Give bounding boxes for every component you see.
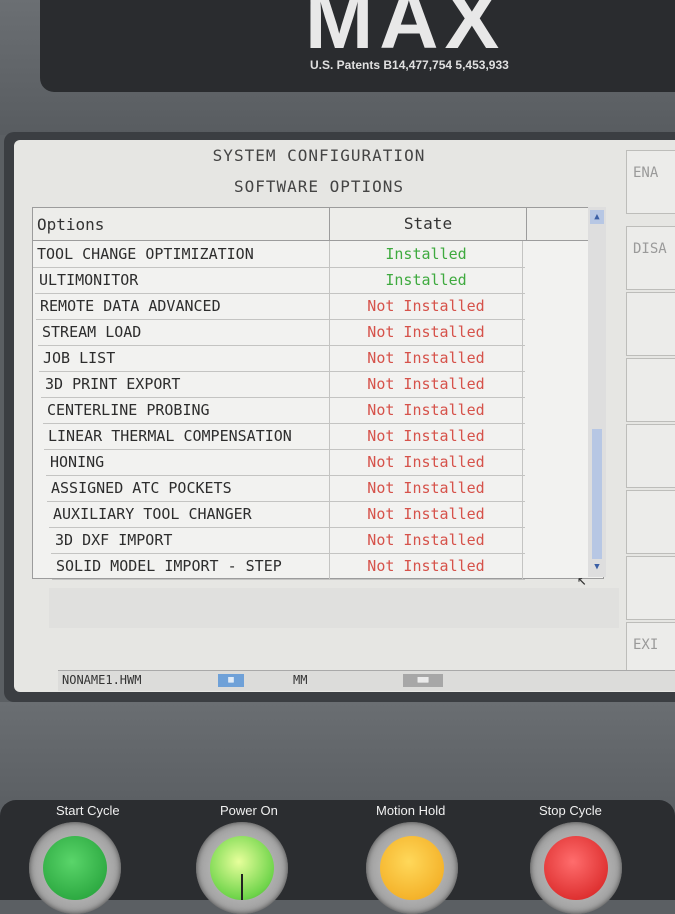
option-name: ULTIMONITOR [39,271,139,289]
option-state: Not Installed [329,423,523,449]
table-row[interactable]: TOOL CHANGE OPTIMIZATION Installed [33,241,525,268]
option-name: 3D DXF IMPORT [55,531,173,549]
software-options-table: Options State TOOL CHANGE OPTIMIZATION In… [32,207,604,580]
motion-hold-cap[interactable] [380,836,444,900]
start-cycle-button[interactable] [29,822,121,914]
power-on-button[interactable] [196,822,288,914]
option-name: JOB LIST [43,349,116,367]
start-cycle-label: Start Cycle [56,803,120,818]
softkey-disable[interactable]: DISA [626,226,675,290]
cycle-button-strip: Start Cycle Power On Motion Hold Stop Cy… [0,800,675,914]
empty-panel [49,588,619,628]
table-row[interactable]: 3D PRINT EXPORT Not Installed [41,371,525,398]
option-name: SOLID MODEL IMPORT - STEP [56,557,282,575]
option-state: Not Installed [329,345,523,371]
status-units: MM [293,673,308,687]
option-state: Not Installed [329,319,523,345]
column-header-options[interactable]: Options [37,215,104,234]
option-state: Not Installed [329,527,523,553]
column-header-state[interactable]: State [329,208,527,240]
table-row[interactable]: AUXILIARY TOOL CHANGER Not Installed [49,501,525,528]
power-symbol-icon [241,874,243,900]
table-row[interactable]: SOLID MODEL IMPORT - STEP Not Installed [52,553,525,580]
table-row[interactable]: HONING Not Installed [46,449,525,476]
table-row[interactable]: REMOTE DATA ADVANCED Not Installed [36,293,525,320]
keyboard-icon[interactable]: ▦ [218,674,244,687]
softkey-column: ENA DISA EXI [626,150,675,686]
power-on-label: Power On [220,803,278,818]
table-row[interactable]: STREAM LOAD Not Installed [38,319,525,346]
machine-bezel: MAX U.S. Patents B14,477,754 5,453,933 [0,0,675,135]
table-header: Options State [33,208,603,241]
option-state: Installed [329,241,523,267]
option-state: Installed [329,267,523,293]
scroll-down-arrow-icon[interactable]: ▼ [590,560,604,574]
table-row[interactable]: ULTIMONITOR Installed [35,267,525,294]
option-state: Not Installed [329,397,523,423]
softkey-5[interactable] [626,424,675,488]
option-state: Not Installed [329,449,523,475]
option-name: AUXILIARY TOOL CHANGER [53,505,252,523]
start-cycle-cap[interactable] [43,836,107,900]
option-name: HONING [50,453,105,471]
option-state: Not Installed [329,475,523,501]
stop-cycle-cap[interactable] [544,836,608,900]
option-state: Not Installed [329,553,523,579]
stop-cycle-button[interactable] [530,822,622,914]
table-row[interactable]: JOB LIST Not Installed [39,345,525,372]
status-filename: NONAME1.HWM [62,673,142,687]
option-state: Not Installed [329,371,523,397]
option-name: ASSIGNED ATC POCKETS [51,479,232,497]
page-subtitle: SOFTWARE OPTIONS [233,177,405,196]
power-on-cap[interactable] [210,836,274,900]
option-name: REMOTE DATA ADVANCED [40,297,221,315]
keyboard-toggle-icon[interactable]: ▦▦ [403,674,443,687]
softkey-7[interactable] [626,556,675,620]
mouse-pointer-icon: ↖ [577,570,587,589]
table-row[interactable]: CENTERLINE PROBING Not Installed [43,397,525,424]
option-name: LINEAR THERMAL COMPENSATION [48,427,292,445]
table-row[interactable]: ASSIGNED ATC POCKETS Not Installed [47,475,525,502]
table-row[interactable]: LINEAR THERMAL COMPENSATION Not Installed [44,423,525,450]
option-state: Not Installed [329,501,523,527]
patents-text: U.S. Patents B14,477,754 5,453,933 [310,58,509,72]
stop-cycle-label: Stop Cycle [539,803,602,818]
option-name: STREAM LOAD [42,323,142,341]
motion-hold-button[interactable] [366,822,458,914]
scroll-up-arrow-icon[interactable]: ▲ [590,210,604,224]
table-row[interactable]: 3D DXF IMPORT Not Installed [51,527,525,554]
softkey-enable[interactable]: ENA [626,150,675,214]
option-state: Not Installed [329,293,523,319]
motion-hold-label: Motion Hold [376,803,446,818]
softkey-4[interactable] [626,358,675,422]
logo-plate: MAX U.S. Patents B14,477,754 5,453,933 [40,0,675,92]
page-title: SYSTEM CONFIGURATION [212,146,426,165]
option-name: TOOL CHANGE OPTIMIZATION [37,245,254,263]
option-name: CENTERLINE PROBING [47,401,210,419]
control-screen: SYSTEM CONFIGURATION SOFTWARE OPTIONS EN… [14,140,675,692]
scroll-thumb[interactable] [592,429,602,559]
status-bar: NONAME1.HWM ▦ MM ▦▦ [58,670,675,691]
softkey-6[interactable] [626,490,675,554]
vertical-scrollbar[interactable]: ▲ ▼ [588,207,606,577]
softkey-3[interactable] [626,292,675,356]
option-name: 3D PRINT EXPORT [45,375,181,393]
